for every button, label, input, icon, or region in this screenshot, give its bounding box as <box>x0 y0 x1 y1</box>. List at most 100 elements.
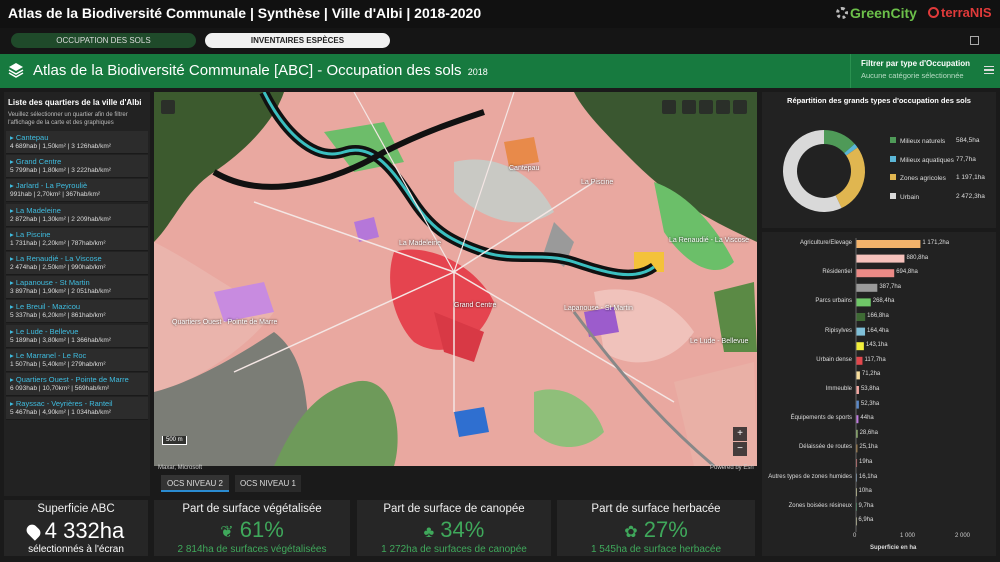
tab-ocs-niveau-2[interactable]: OCS NIVEAU 2 <box>161 475 229 492</box>
share-icon[interactable] <box>970 36 979 45</box>
circle-logo-icon <box>928 7 939 18</box>
quartier-item[interactable]: Jarlard - La Peyrouliè991hab | 2,70km² |… <box>6 179 148 203</box>
quartier-item[interactable]: La Piscine1 731hab | 2,20km² | 787hab/km… <box>6 227 148 251</box>
quartier-name: Lapanouse - St Martin <box>10 278 90 287</box>
quartier-name: La Piscine <box>10 230 51 239</box>
tab-ocs-niveau-1[interactable]: OCS NIVEAU 1 <box>235 475 301 492</box>
quartier-stats: 3 897hab | 1,90km² | 2 051hab/km² <box>10 288 111 296</box>
quartier-stats: 2 474hab | 2,50km² | 990hab/km² <box>10 264 106 271</box>
legend-swatch <box>890 174 896 180</box>
map-layers-icon[interactable] <box>716 100 730 114</box>
bar[interactable] <box>856 371 860 380</box>
quartier-stats: 5 189hab | 3,80km² | 1 366hab/km² <box>10 336 111 344</box>
x-axis-label: Superficie en ha <box>870 545 917 551</box>
bar-chart[interactable] <box>854 238 970 532</box>
x-tick: 1 000 <box>900 533 916 539</box>
greencity-logo: GreenCity <box>836 5 917 21</box>
map-basemap-icon[interactable] <box>733 100 747 114</box>
kpi-canopee: Part de surface de canopée ♣ 34% 1 272ha… <box>357 500 551 556</box>
donut-legend-item[interactable]: Zones agricoles <box>890 174 946 182</box>
bar[interactable] <box>856 327 866 336</box>
kpi-subtitle: 1 545ha de surface herbacée <box>590 544 722 555</box>
location-pin-icon <box>24 522 43 541</box>
donut-slice[interactable] <box>783 130 842 212</box>
page-title: Atlas de la Biodiversité Communale [ABC]… <box>33 62 488 79</box>
quartier-name: Le Breuil - Mazicou <box>10 302 80 311</box>
quartier-list-title: Liste des quartiers de la ville d'Albi <box>8 98 142 107</box>
zoom-in-button[interactable]: + <box>733 427 747 441</box>
leaf-icon: ❦ <box>220 524 234 541</box>
bar-category-label: Zones boisées résineux <box>788 502 852 509</box>
quartier-item[interactable]: La Renaudié - La Viscose2 474hab | 2,50k… <box>6 252 148 275</box>
quartier-name: Jarlard - La Peyrouliè <box>10 181 87 190</box>
donut-legend-item[interactable]: Milieux aquatiques <box>890 155 954 164</box>
kpi-title: Superficie ABC <box>37 503 115 515</box>
tab-inventaires-especes[interactable]: INVENTAIRES ESPÈCES <box>205 33 390 48</box>
tab-occupation-sols[interactable]: OCCUPATION DES SOLS <box>11 33 196 48</box>
bar[interactable] <box>856 254 905 263</box>
map-list-icon[interactable] <box>699 100 713 114</box>
donut-legend-value: 1 197,1ha <box>956 174 985 181</box>
quartier-stats: 1 507hab | 5,40km² | 279hab/km² <box>10 360 106 368</box>
filter-status: Aucune catégorie sélectionnée <box>861 71 964 80</box>
map-label-la-madeleine: La Madeleine <box>399 240 442 247</box>
quartier-item[interactable]: Le Lude - Bellevue5 189hab | 3,80km² | 1… <box>6 324 148 348</box>
quartier-name: Rayssac - Veyrières - Ranteil <box>10 399 113 408</box>
kpi-superficie: Superficie ABC 4 332ha sélectionnés à l'… <box>4 500 148 556</box>
bar[interactable] <box>856 342 864 351</box>
map-expand-icon[interactable] <box>161 100 175 114</box>
bar[interactable] <box>856 356 863 365</box>
donut-chart[interactable] <box>779 126 869 216</box>
bar[interactable] <box>856 298 871 307</box>
quartier-item[interactable]: Le Breuil - Mazicou5 337hab | 6,20km² | … <box>6 300 148 324</box>
kpi-vegetalisee: Part de surface végétalisée ❦ 61% 2 814h… <box>154 500 350 556</box>
quartier-item[interactable]: Cantepau4 689hab | 1,50km² | 3 126hab/km… <box>6 131 148 154</box>
kpi-value: ❦ 61% <box>220 517 284 542</box>
quartier-item[interactable]: Lapanouse - St Martin3 897hab | 1,90km² … <box>6 276 148 300</box>
donut-legend-value: 584,5ha <box>956 137 980 144</box>
donut-legend-value: 2 472,3ha <box>956 192 985 200</box>
legend-swatch <box>890 137 896 143</box>
kpi-title: Part de surface herbacée <box>591 503 721 515</box>
kpi-subtitle: sélectionnés à l'écran <box>28 544 124 555</box>
donut-slice[interactable] <box>844 143 858 156</box>
bar-category-label: Urbain dense <box>816 356 852 363</box>
category-filter[interactable]: Filtrer par type d'Occupation ... Aucune… <box>850 54 970 88</box>
donut-slice[interactable] <box>823 130 855 154</box>
map-search-icon[interactable] <box>662 100 676 114</box>
zoom-out-button[interactable]: − <box>733 442 747 456</box>
donut-legend-item[interactable]: Urbain <box>890 192 919 201</box>
quartier-item[interactable]: Rayssac - Veyrières - Ranteil5 467hab | … <box>6 397 148 421</box>
quartier-name: Le Marranel - Le Roc <box>10 351 86 360</box>
quartier-item[interactable]: Le Marranel - Le Roc1 507hab | 5,40km² |… <box>6 348 148 372</box>
quartier-stats: 6 093hab | 10,70km² | 569hab/km² <box>10 385 110 392</box>
menu-icon[interactable] <box>984 66 994 74</box>
bar[interactable] <box>856 269 895 278</box>
map-view[interactable]: Cantepau La Piscine La Madeleine La Rena… <box>154 92 757 466</box>
bar[interactable] <box>856 313 866 321</box>
map-home-icon[interactable] <box>682 100 696 114</box>
quartier-name: La Renaudié - La Viscose <box>10 254 102 263</box>
map-canvas[interactable] <box>154 92 757 466</box>
grass-icon: ✿ <box>624 524 638 541</box>
bar[interactable] <box>856 283 878 292</box>
donut-legend-value: 77,7ha <box>956 155 976 163</box>
kpi-subtitle: 2 814ha de surfaces végétalisées <box>177 544 327 555</box>
quartier-item[interactable]: Grand Centre5 799hab | 1,80km² | 3 222ha… <box>6 155 148 179</box>
gear-logo-icon <box>836 7 848 19</box>
map-label-la-renaudie: La Renaudié - La Viscose <box>669 237 750 244</box>
donut-legend-item[interactable]: Milieux naturels <box>890 137 945 145</box>
quartier-stats: 1 731hab | 2,20km² | 787hab/km² <box>10 239 106 247</box>
quartier-item[interactable]: Quartiers Ouest - Pointe de Marre6 093ha… <box>6 373 148 396</box>
x-tick: 0 <box>853 533 857 539</box>
map-label-cantepau: Cantepau <box>509 165 540 172</box>
donut-slice[interactable] <box>835 147 865 209</box>
bar[interactable] <box>856 240 921 248</box>
x-tick: 2 000 <box>955 533 971 539</box>
kpi-value: 4 332ha <box>4 518 148 544</box>
map-scale-bar: 500 m <box>162 436 187 445</box>
quartier-item[interactable]: La Madeleine2 872hab | 1,30km² | 2 209ha… <box>6 203 148 227</box>
esri-attribution[interactable]: Powered by Esri <box>710 465 754 471</box>
filter-label: Filtrer par type d'Occupation ... <box>861 59 970 68</box>
terranis-logo: terraNIS <box>928 5 992 20</box>
